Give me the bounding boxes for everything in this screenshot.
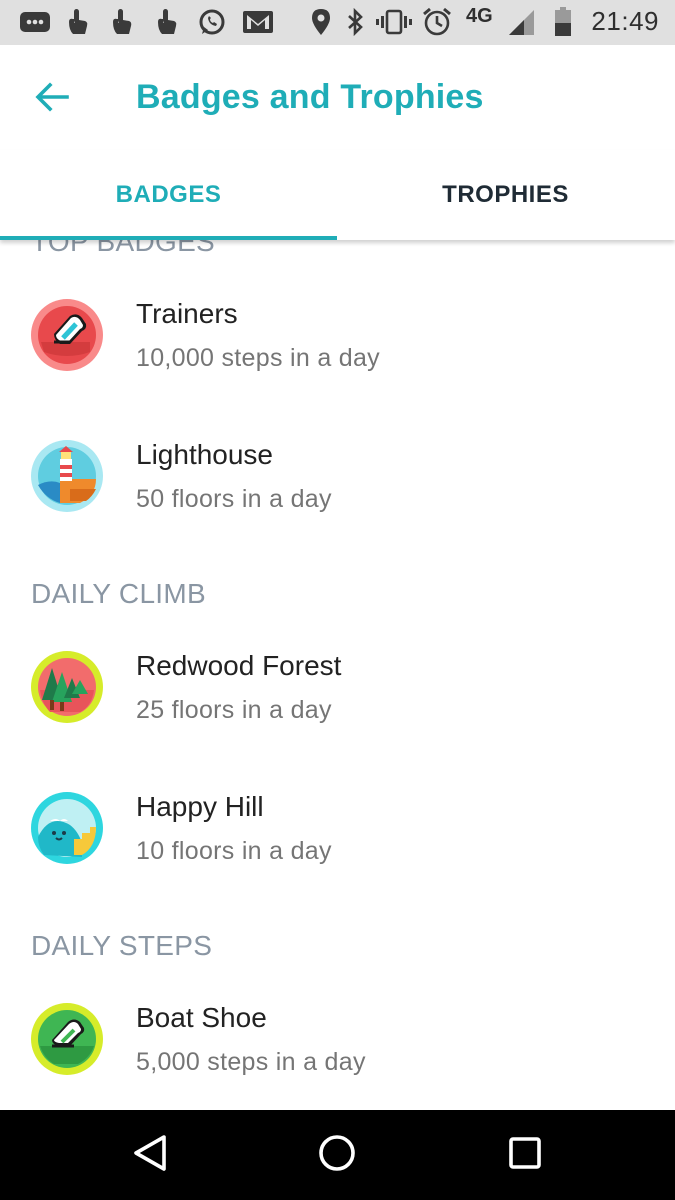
section-header-daily-climb: DAILY CLIMB: [31, 578, 206, 609]
badge-description: 5,000 steps in a day: [136, 1048, 366, 1076]
back-button[interactable]: [28, 75, 76, 123]
section-header-top-badges: TOP BADGES: [31, 240, 216, 257]
tab-bar: BADGES TROPHIES: [0, 150, 675, 240]
tab-badges[interactable]: BADGES: [0, 150, 337, 240]
system-nav-bar: [0, 1110, 675, 1200]
battery-icon: [553, 7, 573, 36]
boat-shoe-icon: [30, 1002, 104, 1076]
clock: 21:49: [591, 6, 659, 36]
badge-name: Redwood Forest: [136, 650, 342, 681]
back-triangle-icon: [132, 1134, 168, 1177]
home-circle-icon: [317, 1133, 357, 1178]
arrow-back-icon: [35, 81, 69, 117]
badge-description: 50 floors in a day: [136, 485, 332, 513]
badge-name: Happy Hill: [136, 791, 264, 822]
badge-description: 10 floors in a day: [136, 837, 332, 865]
tab-trophies[interactable]: TROPHIES: [337, 150, 674, 240]
badge-name: Boat Shoe: [136, 1002, 267, 1033]
nav-recents-button[interactable]: [500, 1132, 550, 1178]
touch-icon: [64, 8, 92, 36]
vibrate-icon: [376, 8, 412, 36]
badge-row-happy-hill[interactable]: Happy Hill 10 floors in a day: [0, 791, 675, 921]
messages-icon: [18, 8, 52, 36]
network-type: 4G: [466, 5, 493, 27]
badge-row-redwood-forest[interactable]: Redwood Forest 25 floors in a day: [0, 650, 675, 780]
gmail-icon: [242, 8, 274, 36]
location-icon: [310, 8, 332, 36]
badge-row-boat-shoe[interactable]: Boat Shoe 5,000 steps in a day: [0, 1002, 675, 1110]
section-header-daily-steps: DAILY STEPS: [31, 930, 213, 961]
badge-name: Lighthouse: [136, 439, 274, 470]
recents-square-icon: [507, 1135, 543, 1176]
nav-home-button[interactable]: [312, 1132, 362, 1178]
trainers-shoe-icon: [30, 298, 104, 372]
badge-row-lighthouse[interactable]: Lighthouse 50 floors in a day: [0, 439, 675, 569]
happy-hill-icon: [30, 791, 104, 865]
page-title: Badges and Trophies: [136, 78, 484, 116]
touch-icon: [153, 8, 181, 36]
whatsapp-icon: [197, 8, 227, 36]
signal-icon: [506, 8, 536, 36]
redwood-forest-icon: [30, 650, 104, 724]
badge-description: 10,000 steps in a day: [136, 344, 380, 372]
lighthouse-icon: [30, 439, 104, 513]
tab-selected-indicator: [0, 236, 337, 240]
nav-back-button[interactable]: [125, 1132, 175, 1178]
status-bar: 4G 21:49: [0, 0, 675, 45]
app-bar: Badges and Trophies: [0, 45, 675, 150]
bluetooth-icon: [344, 8, 366, 36]
alarm-icon: [422, 7, 452, 36]
badge-row-trainers[interactable]: Trainers 10,000 steps in a day: [0, 298, 675, 428]
touch-icon: [108, 8, 136, 36]
badge-description: 25 floors in a day: [136, 696, 332, 724]
badge-list[interactable]: TOP BADGES Trainers 10,000 steps in a da…: [0, 240, 675, 1110]
badge-name: Trainers: [136, 298, 238, 329]
